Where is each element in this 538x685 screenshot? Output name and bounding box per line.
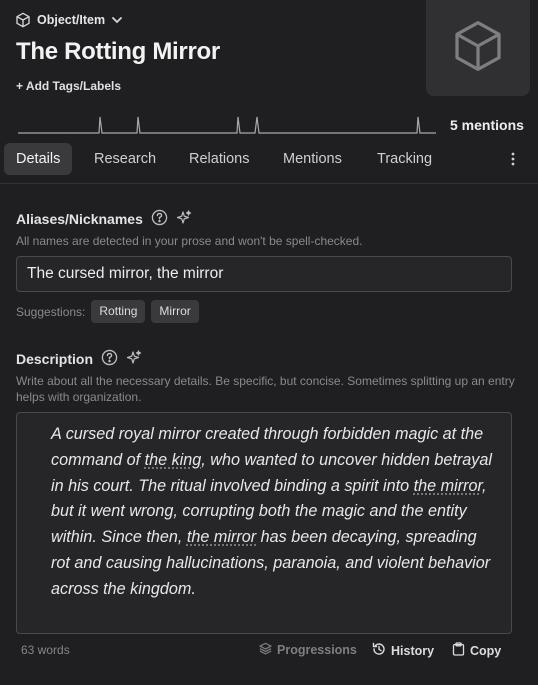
- tab-details[interactable]: Details: [4, 143, 73, 175]
- entity-mention-link[interactable]: the king: [145, 451, 202, 469]
- item-image-placeholder[interactable]: [426, 0, 530, 96]
- mentions-sparkline: [18, 116, 436, 134]
- progressions-button[interactable]: Progressions: [259, 642, 357, 658]
- page-title: The Rotting Mirror: [16, 38, 220, 65]
- entity-type-label: Object/Item: [37, 13, 106, 27]
- cube-icon: [450, 18, 506, 79]
- clipboard-icon: [452, 642, 465, 659]
- tab-bar: Details Research Relations Mentions Trac…: [0, 143, 538, 184]
- description-hint: Write about all the necessary details. B…: [16, 374, 515, 404]
- history-button[interactable]: History: [372, 642, 434, 659]
- aliases-input[interactable]: The cursed mirror, the mirror: [16, 256, 512, 292]
- progressions-label: Progressions: [277, 643, 357, 657]
- entity-mention-link[interactable]: the mirror: [187, 528, 256, 546]
- more-options-icon[interactable]: [507, 151, 519, 167]
- copy-button[interactable]: Copy: [452, 642, 501, 659]
- suggestion-chip[interactable]: Rotting: [91, 300, 146, 323]
- entity-mention-link[interactable]: the mirror: [414, 477, 482, 495]
- suggestions-label: Suggestions:: [16, 304, 86, 319]
- help-icon[interactable]: [101, 349, 118, 369]
- history-icon: [372, 642, 386, 659]
- chevron-down-icon: [111, 14, 123, 26]
- entity-type-dropdown[interactable]: Object/Item: [15, 12, 123, 28]
- history-label: History: [391, 643, 435, 658]
- ai-sparkle-icon[interactable]: [176, 209, 192, 229]
- ai-sparkle-icon[interactable]: [126, 349, 142, 369]
- tab-research[interactable]: Research: [94, 143, 156, 175]
- description-editor[interactable]: A cursed royal mirror created through fo…: [16, 412, 512, 634]
- cube-icon: [15, 12, 31, 28]
- description-label: Description: [16, 351, 94, 367]
- aliases-label: Aliases/Nicknames: [16, 211, 143, 227]
- word-count: 63 words: [21, 643, 70, 657]
- tab-tracking[interactable]: Tracking: [377, 143, 432, 175]
- suggestion-chip[interactable]: Mirror: [151, 300, 199, 323]
- aliases-hint: All names are detected in your prose and…: [16, 234, 363, 248]
- aliases-section-label: Aliases/Nicknames: [16, 209, 192, 229]
- tab-relations[interactable]: Relations: [189, 143, 249, 175]
- add-tags-button[interactable]: + Add Tags/Labels: [16, 79, 121, 93]
- description-section-label: Description: [16, 349, 142, 369]
- tab-mentions[interactable]: Mentions: [283, 143, 342, 175]
- layers-icon: [259, 642, 272, 658]
- copy-label: Copy: [470, 643, 502, 658]
- suggestions-row: Suggestions: Rotting Mirror: [16, 300, 199, 323]
- mentions-count: 5 mentions: [450, 117, 524, 133]
- description-text[interactable]: A cursed royal mirror created through fo…: [51, 422, 493, 603]
- help-icon[interactable]: [151, 209, 168, 229]
